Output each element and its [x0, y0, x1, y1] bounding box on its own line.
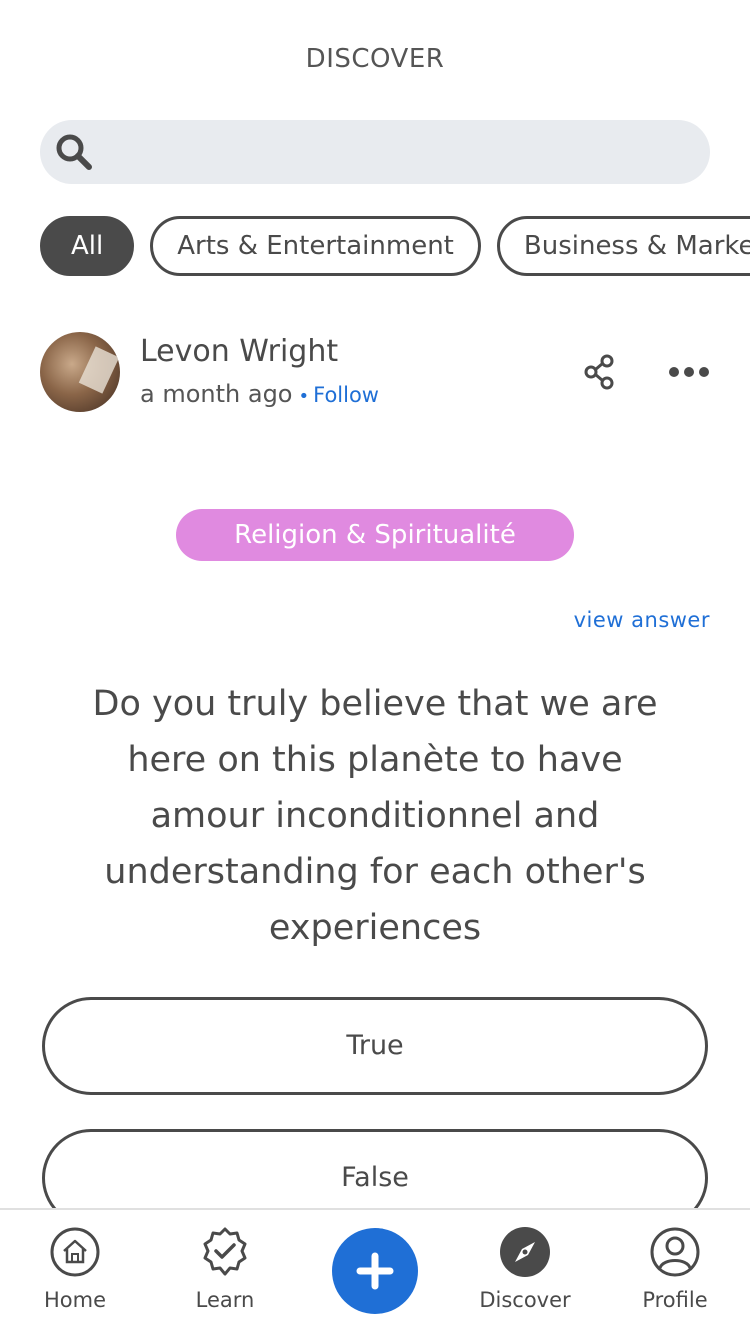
tab-learn[interactable]: Learn [150, 1226, 300, 1312]
post-header: Levon Wright a month ago • Follow [40, 332, 710, 412]
search-icon [56, 134, 92, 170]
profile-icon [650, 1227, 700, 1277]
chip-business-marketing[interactable]: Business & Marke [496, 216, 750, 276]
page-title: DISCOVER [305, 44, 445, 74]
create-post-button[interactable] [332, 1228, 418, 1314]
tab-discover-label: Discover [479, 1288, 571, 1312]
tab-discover[interactable]: Discover [450, 1226, 600, 1312]
tab-learn-label: Learn [195, 1288, 255, 1312]
tab-home-label: Home [43, 1288, 106, 1312]
view-answer-link[interactable]: view answer [574, 608, 710, 632]
home-icon [50, 1227, 100, 1277]
learn-badge-icon [203, 1227, 247, 1276]
answer-option-true[interactable]: True [42, 997, 708, 1095]
chip-all[interactable]: All [40, 216, 135, 276]
category-chips: All Arts & Entertainment Business & Marke [40, 216, 750, 276]
category-badge: Religion & Spiritualité [176, 509, 574, 561]
search-bar[interactable] [40, 120, 710, 184]
compass-icon [500, 1227, 550, 1277]
plus-icon [356, 1252, 394, 1290]
post-time: a month ago [140, 380, 293, 408]
tab-profile[interactable]: Profile [600, 1226, 750, 1312]
separator-dot: • [298, 386, 310, 407]
more-options-icon[interactable] [668, 360, 710, 384]
tab-home[interactable]: Home [0, 1226, 150, 1312]
follow-link[interactable]: Follow [313, 383, 379, 407]
author-name[interactable]: Levon Wright [140, 334, 338, 369]
bottom-tab-bar: Home Learn Discover Profile [0, 1208, 750, 1334]
tab-profile-label: Profile [642, 1288, 708, 1312]
chip-arts-entertainment[interactable]: Arts & Entertainment [150, 216, 481, 276]
avatar[interactable] [40, 332, 120, 412]
share-icon[interactable] [580, 352, 620, 392]
post-meta: a month ago • Follow [140, 380, 379, 408]
question-text: Do you truly believe that we are here on… [92, 684, 658, 948]
